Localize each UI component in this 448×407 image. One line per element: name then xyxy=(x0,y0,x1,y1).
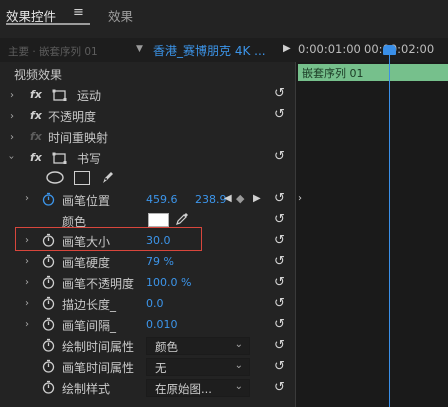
brush-opacity-value[interactable]: 100.0 % xyxy=(146,276,191,289)
brush-time-prop-dropdown[interactable]: 无 ⌄ xyxy=(146,358,250,376)
color-swatch[interactable] xyxy=(148,213,169,227)
chevron-down-icon[interactable]: › xyxy=(6,156,17,160)
effect-time-remap-label: 时间重映射 xyxy=(48,131,109,145)
param-brush-spacing-label: 画笔间隔_ xyxy=(62,319,117,333)
stroke-length-value[interactable]: 0.0 xyxy=(146,297,164,310)
fx-toggle-icon[interactable]: fx xyxy=(30,109,42,122)
rectangle-mask-icon[interactable] xyxy=(74,171,90,185)
chevron-right-icon[interactable]: › xyxy=(10,111,14,122)
chevron-right-icon[interactable]: › xyxy=(10,132,14,143)
fx-toggle-icon[interactable]: fx xyxy=(30,151,42,164)
stopwatch-icon[interactable] xyxy=(42,254,55,268)
paint-time-prop-dropdown[interactable]: 颜色 ⌄ xyxy=(146,337,250,355)
stopwatch-icon[interactable] xyxy=(42,275,55,289)
play-icon[interactable]: ▶ xyxy=(283,43,291,54)
chevron-down-icon: ⌄ xyxy=(234,381,243,392)
reset-icon[interactable]: ↺ xyxy=(274,317,285,332)
reset-icon[interactable]: ↺ xyxy=(274,191,285,206)
master-clip-label: 主要 · 嵌套序列 01 xyxy=(8,46,98,58)
ruler-timecode-2: 00:00:02:00 xyxy=(364,42,435,56)
paint-style-dropdown[interactable]: 在原始图... ⌄ xyxy=(146,379,250,397)
add-keyframe-icon[interactable]: ◆ xyxy=(236,192,244,205)
param-brush-hardness-label: 画笔硬度 xyxy=(62,256,111,270)
pen-tool-icon[interactable] xyxy=(100,169,116,185)
mini-timeline[interactable] xyxy=(296,62,448,407)
param-brush-position-label: 画笔位置 xyxy=(62,194,111,208)
chevron-right-icon[interactable]: › xyxy=(10,90,14,101)
reset-icon[interactable]: ↺ xyxy=(274,254,285,269)
chevron-right-icon[interactable]: › xyxy=(25,235,29,246)
stopwatch-icon[interactable] xyxy=(42,233,55,247)
dropdown-value: 颜色 xyxy=(155,340,178,354)
timeline-clip-label: 嵌套序列 01 xyxy=(302,67,364,80)
transform-icon[interactable] xyxy=(52,89,68,102)
stopwatch-icon[interactable] xyxy=(42,359,55,373)
param-brush-opacity-label: 画笔不透明度 xyxy=(62,277,135,291)
stopwatch-icon[interactable] xyxy=(42,380,55,394)
active-tab-underline xyxy=(6,23,90,25)
dropdown-value: 在原始图... xyxy=(155,382,212,396)
chevron-right-icon[interactable]: › xyxy=(25,319,29,330)
panel-divider[interactable] xyxy=(295,62,296,407)
keyframe-nav-icon[interactable]: › xyxy=(298,193,302,204)
brush-position-x-value[interactable]: 459.6 xyxy=(146,193,178,206)
param-stroke-length-label: 描边长度_ xyxy=(62,298,117,312)
param-paint-time-prop-label: 绘制时间属性 xyxy=(62,340,135,354)
dropdown-value: 无 xyxy=(155,361,167,375)
effect-motion-label: 运动 xyxy=(77,89,102,103)
stopwatch-icon[interactable] xyxy=(42,317,55,331)
param-brush-size-label: 画笔大小 xyxy=(62,235,111,249)
transform-icon[interactable] xyxy=(52,152,68,165)
chevron-right-icon[interactable]: › xyxy=(25,193,29,204)
playhead-handle[interactable] xyxy=(383,45,396,55)
reset-icon[interactable]: ↺ xyxy=(274,275,285,290)
reset-icon[interactable]: ↺ xyxy=(274,233,285,248)
reset-icon[interactable]: ↺ xyxy=(274,380,285,395)
param-paint-style-label: 绘制样式 xyxy=(62,382,111,396)
reset-icon[interactable]: ↺ xyxy=(274,212,285,227)
tab-effects[interactable]: 效果 xyxy=(108,6,133,25)
effect-write-label: 书写 xyxy=(77,152,102,166)
chevron-right-icon[interactable]: › xyxy=(25,298,29,309)
effect-opacity-label: 不透明度 xyxy=(48,110,97,124)
clip-name-link[interactable]: 香港_赛博朋克 4K ... xyxy=(153,42,266,59)
ellipse-mask-icon[interactable] xyxy=(46,171,64,184)
ruler-timecode-1: 0:00:01:00 xyxy=(298,42,361,56)
prev-keyframe-icon[interactable]: ◀ xyxy=(224,193,232,204)
section-video-effects: 视频效果 xyxy=(14,68,63,82)
reset-icon[interactable]: ↺ xyxy=(274,86,285,101)
brush-position-y-value[interactable]: 238.9 xyxy=(195,193,227,206)
brush-size-value[interactable]: 30.0 xyxy=(146,234,171,247)
reset-icon[interactable]: ↺ xyxy=(274,359,285,374)
eyedropper-icon[interactable] xyxy=(175,211,189,226)
reset-icon[interactable]: ↺ xyxy=(274,338,285,353)
chevron-right-icon[interactable]: › xyxy=(25,256,29,267)
chevron-down-icon: ⌄ xyxy=(234,360,243,371)
reset-icon[interactable]: ↺ xyxy=(274,107,285,122)
fx-toggle-icon: fx xyxy=(30,130,42,143)
stopwatch-icon[interactable] xyxy=(42,192,55,206)
stopwatch-icon[interactable] xyxy=(42,338,55,352)
timeline-clip[interactable]: 嵌套序列 01 xyxy=(298,64,448,81)
panel-menu-icon[interactable]: ≡ xyxy=(73,5,84,20)
chevron-down-icon: ⌄ xyxy=(234,339,243,350)
param-brush-time-prop-label: 画笔时间属性 xyxy=(62,361,135,375)
reset-icon[interactable]: ↺ xyxy=(274,296,285,311)
brush-hardness-value[interactable]: 79 % xyxy=(146,255,174,268)
stopwatch-icon[interactable] xyxy=(42,296,55,310)
chevron-down-icon[interactable]: ▼ xyxy=(136,44,143,54)
next-keyframe-icon[interactable]: ▶ xyxy=(253,193,261,204)
brush-spacing-value[interactable]: 0.010 xyxy=(146,318,178,331)
fx-toggle-icon[interactable]: fx xyxy=(30,88,42,101)
playhead-line[interactable] xyxy=(389,46,390,407)
chevron-right-icon[interactable]: › xyxy=(25,277,29,288)
reset-icon[interactable]: ↺ xyxy=(274,149,285,164)
